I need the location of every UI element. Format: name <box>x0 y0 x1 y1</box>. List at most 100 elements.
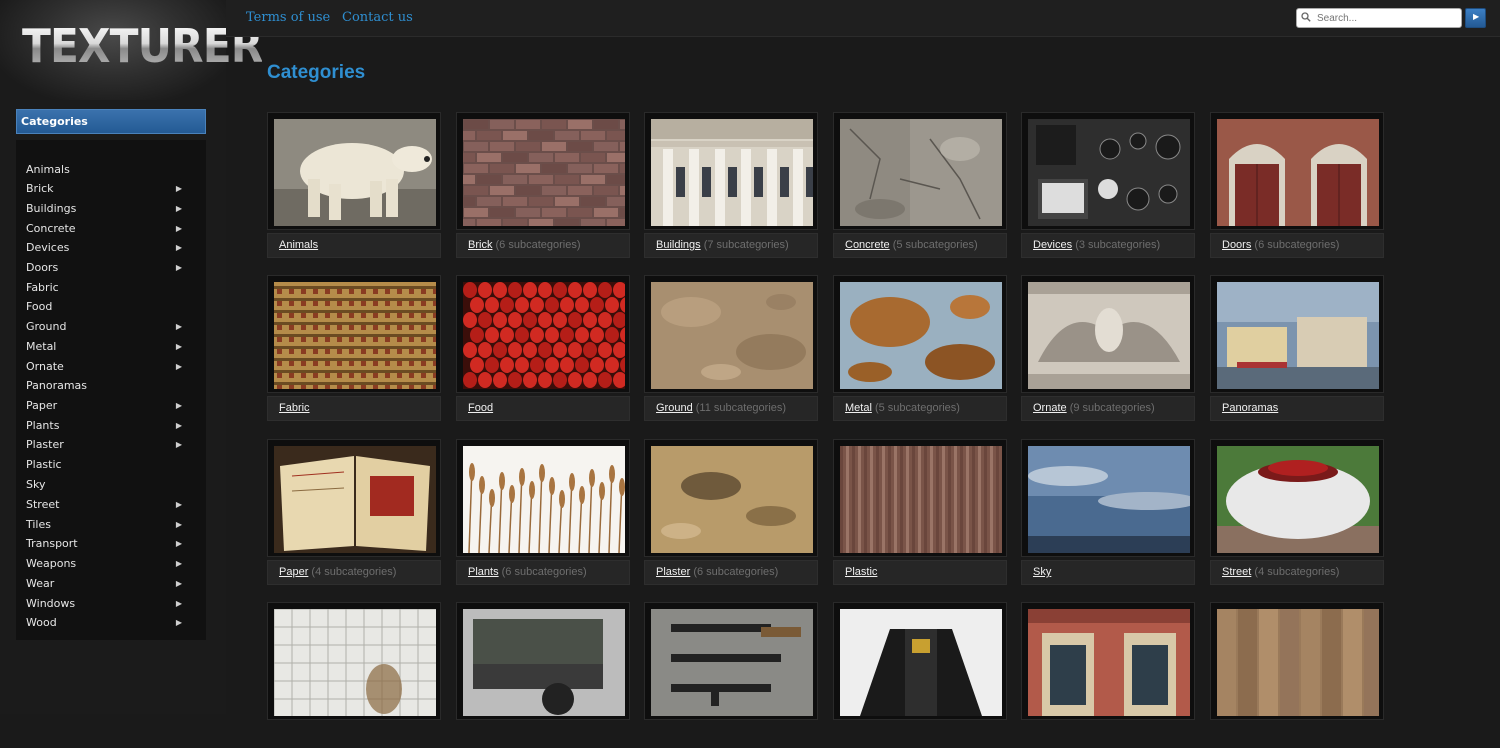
category-thumbnail-frame[interactable] <box>1021 275 1195 393</box>
category-thumbnail-image[interactable] <box>1028 609 1190 716</box>
category-name-link[interactable]: Metal <box>845 402 872 414</box>
category-thumbnail-image[interactable] <box>840 446 1002 553</box>
sidebar-item-sky[interactable]: Sky <box>26 475 196 494</box>
sidebar-item-tiles[interactable]: Tiles ▶ <box>26 515 196 534</box>
category-thumbnail-image[interactable] <box>1217 446 1379 553</box>
search-input[interactable] <box>1317 10 1457 26</box>
sidebar-item-concrete[interactable]: Concrete ▶ <box>26 219 196 238</box>
category-tile-panoramas[interactable]: Panoramas <box>1210 275 1384 421</box>
category-name-link[interactable]: Food <box>468 402 493 414</box>
sidebar-item-ground[interactable]: Ground ▶ <box>26 317 196 336</box>
category-name-link[interactable]: Ground <box>656 402 693 414</box>
category-thumbnail-frame[interactable] <box>1021 439 1195 557</box>
category-name-link[interactable]: Buildings <box>656 239 701 251</box>
category-thumbnail-frame[interactable] <box>267 602 441 720</box>
category-thumbnail-image[interactable] <box>463 119 625 226</box>
category-tile-street[interactable]: Street (4 subcategories) <box>1210 439 1384 585</box>
category-thumbnail-frame[interactable] <box>456 602 630 720</box>
category-name-link[interactable]: Fabric <box>279 402 310 414</box>
category-thumbnail-image[interactable] <box>1028 119 1190 226</box>
category-thumbnail-frame[interactable] <box>833 602 1007 720</box>
sidebar-item-animals[interactable]: Animals <box>26 160 196 179</box>
category-name-link[interactable]: Devices <box>1033 239 1072 251</box>
category-tile-metal[interactable]: Metal (5 subcategories) <box>833 275 1007 421</box>
category-tile-category-24[interactable] <box>1210 602 1384 748</box>
sidebar-item-transport[interactable]: Transport ▶ <box>26 534 196 553</box>
category-thumbnail-frame[interactable] <box>267 275 441 393</box>
sidebar-item-weapons[interactable]: Weapons ▶ <box>26 554 196 573</box>
category-name-link[interactable]: Doors <box>1222 239 1251 251</box>
sidebar-item-panoramas[interactable]: Panoramas <box>26 376 196 395</box>
category-tile-sky[interactable]: Sky <box>1021 439 1195 585</box>
category-thumbnail-image[interactable] <box>651 119 813 226</box>
category-thumbnail-image[interactable] <box>651 282 813 389</box>
category-name-link[interactable]: Plants <box>468 566 499 578</box>
category-name-link[interactable]: Concrete <box>845 239 890 251</box>
category-tile-paper[interactable]: Paper (4 subcategories) <box>267 439 441 585</box>
category-name-link[interactable]: Ornate <box>1033 402 1067 414</box>
category-thumbnail-frame[interactable] <box>1210 275 1384 393</box>
category-name-link[interactable]: Plaster <box>656 566 690 578</box>
sidebar-item-doors[interactable]: Doors ▶ <box>26 258 196 277</box>
category-thumbnail-frame[interactable] <box>644 602 818 720</box>
sidebar-item-plants[interactable]: Plants ▶ <box>26 416 196 435</box>
category-thumbnail-image[interactable] <box>274 119 436 226</box>
category-thumbnail-frame[interactable] <box>456 112 630 230</box>
category-tile-plastic[interactable]: Plastic <box>833 439 1007 585</box>
category-name-link[interactable]: Animals <box>279 239 318 251</box>
sidebar-item-buildings[interactable]: Buildings ▶ <box>26 199 196 218</box>
category-tile-category-22[interactable] <box>833 602 1007 748</box>
category-tile-category-23[interactable] <box>1021 602 1195 748</box>
category-thumbnail-image[interactable] <box>274 446 436 553</box>
category-thumbnail-frame[interactable] <box>833 112 1007 230</box>
sidebar-item-plastic[interactable]: Plastic <box>26 455 196 474</box>
sidebar-item-plaster[interactable]: Plaster ▶ <box>26 435 196 454</box>
category-thumbnail-frame[interactable] <box>1021 112 1195 230</box>
category-tile-fabric[interactable]: Fabric <box>267 275 441 421</box>
category-name-link[interactable]: Brick <box>468 239 492 251</box>
category-tile-food[interactable]: Food <box>456 275 630 421</box>
category-tile-doors[interactable]: Doors (6 subcategories) <box>1210 112 1384 258</box>
sidebar-item-food[interactable]: Food <box>26 297 196 316</box>
category-thumbnail-frame[interactable] <box>456 275 630 393</box>
category-thumbnail-frame[interactable] <box>833 275 1007 393</box>
category-thumbnail-image[interactable] <box>1028 282 1190 389</box>
category-tile-brick[interactable]: Brick (6 subcategories) <box>456 112 630 258</box>
sidebar-item-metal[interactable]: Metal ▶ <box>26 337 196 356</box>
category-tile-plaster[interactable]: Plaster (6 subcategories) <box>644 439 818 585</box>
category-thumbnail-frame[interactable] <box>833 439 1007 557</box>
category-thumbnail-image[interactable] <box>274 282 436 389</box>
sidebar-item-wood[interactable]: Wood ▶ <box>26 613 196 632</box>
category-thumbnail-image[interactable] <box>1217 609 1379 716</box>
sidebar-item-brick[interactable]: Brick ▶ <box>26 179 196 198</box>
category-thumbnail-image[interactable] <box>463 282 625 389</box>
category-thumbnail-image[interactable] <box>1217 119 1379 226</box>
sidebar-item-wear[interactable]: Wear ▶ <box>26 574 196 593</box>
category-tile-animals[interactable]: Animals <box>267 112 441 258</box>
category-thumbnail-frame[interactable] <box>1021 602 1195 720</box>
search-submit-button[interactable]: ▶ <box>1465 8 1486 28</box>
category-name-link[interactable]: Plastic <box>845 566 877 578</box>
category-tile-ornate[interactable]: Ornate (9 subcategories) <box>1021 275 1195 421</box>
sidebar-item-paper[interactable]: Paper ▶ <box>26 396 196 415</box>
category-tile-category-21[interactable] <box>644 602 818 748</box>
search-box[interactable] <box>1296 8 1462 28</box>
category-thumbnail-image[interactable] <box>651 446 813 553</box>
sidebar-item-ornate[interactable]: Ornate ▶ <box>26 357 196 376</box>
category-thumbnail-frame[interactable] <box>1210 112 1384 230</box>
category-thumbnail-image[interactable] <box>840 609 1002 716</box>
category-thumbnail-frame[interactable] <box>1210 602 1384 720</box>
category-thumbnail-image[interactable] <box>1217 282 1379 389</box>
sidebar-item-windows[interactable]: Windows ▶ <box>26 594 196 613</box>
category-thumbnail-frame[interactable] <box>644 439 818 557</box>
category-thumbnail-frame[interactable] <box>267 439 441 557</box>
category-name-link[interactable]: Paper <box>279 566 308 578</box>
category-thumbnail-frame[interactable] <box>644 112 818 230</box>
category-thumbnail-image[interactable] <box>840 282 1002 389</box>
category-thumbnail-frame[interactable] <box>1210 439 1384 557</box>
sidebar-header[interactable]: Categories <box>16 109 206 134</box>
category-tile-buildings[interactable]: Buildings (7 subcategories) <box>644 112 818 258</box>
sidebar-item-street[interactable]: Street ▶ <box>26 495 196 514</box>
category-thumbnail-image[interactable] <box>463 609 625 716</box>
sidebar-item-devices[interactable]: Devices ▶ <box>26 238 196 257</box>
